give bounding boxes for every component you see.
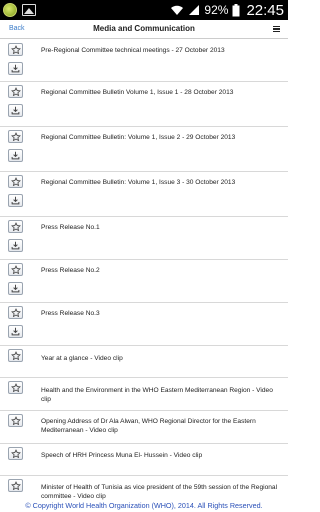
- hamburger-menu-icon[interactable]: [273, 26, 280, 33]
- clock: 22:45: [246, 1, 284, 19]
- list-item[interactable]: Press Release No.3: [0, 303, 288, 346]
- media-list: Pre-Regional Committee technical meeting…: [0, 40, 288, 512]
- list-item[interactable]: Pre-Regional Committee technical meeting…: [0, 40, 288, 82]
- app-header: Back Media and Communication: [0, 20, 288, 39]
- list-item-title: Regional Committee Bulletin: Volume 1, I…: [41, 134, 236, 141]
- battery-icon: [232, 3, 240, 17]
- star-favorite-icon[interactable]: [8, 479, 23, 492]
- download-icon[interactable]: [8, 239, 23, 252]
- star-favorite-icon[interactable]: [8, 43, 23, 56]
- list-item[interactable]: Regional Committee Bulletin: Volume 1, I…: [0, 172, 288, 217]
- list-item-title: Regional Committee Bulletin: Volume 1, I…: [41, 179, 236, 186]
- list-item[interactable]: Press Release No.1: [0, 217, 288, 260]
- battery-percentage: 92%: [204, 3, 229, 17]
- signal-icon: [188, 4, 200, 16]
- list-item-title: Speech of HRH Princess Muna El- Hussein …: [41, 452, 203, 459]
- list-item-title: Opening Address of Dr Ala Alwan, WHO Reg…: [41, 418, 256, 434]
- list-item[interactable]: Opening Address of Dr Ala Alwan, WHO Reg…: [0, 411, 288, 444]
- star-favorite-icon[interactable]: [8, 414, 23, 427]
- list-item-title: Press Release No.2: [41, 267, 100, 274]
- list-item-title: Regional Committee Bulletin Volume 1, Is…: [41, 89, 234, 96]
- list-item[interactable]: Health and the Environment in the WHO Ea…: [0, 378, 288, 411]
- star-favorite-icon[interactable]: [8, 447, 23, 460]
- download-icon[interactable]: [8, 282, 23, 295]
- download-icon[interactable]: [8, 194, 23, 207]
- app-notification-icon: [3, 3, 17, 17]
- download-icon[interactable]: [8, 325, 23, 338]
- download-icon[interactable]: [8, 62, 23, 75]
- list-item-title: Year at a glance - Video clip: [41, 355, 123, 362]
- wifi-icon: [170, 4, 184, 16]
- download-icon[interactable]: [8, 104, 23, 117]
- status-bar-system: 92% 22:45: [170, 0, 284, 20]
- star-favorite-icon[interactable]: [8, 220, 23, 233]
- list-item[interactable]: Speech of HRH Princess Muna El- Hussein …: [0, 444, 288, 476]
- list-item-title: Press Release No.1: [41, 224, 100, 231]
- status-bar-notifications: [3, 2, 36, 18]
- page-title: Media and Communication: [93, 24, 195, 33]
- list-item-title: Health and the Environment in the WHO Ea…: [41, 387, 273, 403]
- status-bar: 92% 22:45: [0, 0, 288, 20]
- list-item-title: Pre-Regional Committee technical meeting…: [41, 47, 225, 54]
- list-item[interactable]: Regional Committee Bulletin Volume 1, Is…: [0, 82, 288, 127]
- list-item-title: Minister of Health of Tunisia as vice pr…: [41, 484, 278, 500]
- star-favorite-icon[interactable]: [8, 85, 23, 98]
- star-favorite-icon[interactable]: [8, 130, 23, 143]
- list-item[interactable]: Regional Committee Bulletin: Volume 1, I…: [0, 127, 288, 172]
- star-favorite-icon[interactable]: [8, 306, 23, 319]
- star-favorite-icon[interactable]: [8, 175, 23, 188]
- download-icon[interactable]: [8, 149, 23, 162]
- star-favorite-icon[interactable]: [8, 381, 23, 394]
- image-notification-icon: [22, 4, 36, 16]
- star-favorite-icon[interactable]: [8, 349, 23, 362]
- list-item-title: Press Release No.3: [41, 310, 100, 317]
- star-favorite-icon[interactable]: [8, 263, 23, 276]
- copyright-footer: © Copyright World Health Organization (W…: [0, 501, 288, 512]
- list-item[interactable]: Year at a glance - Video clip: [0, 346, 288, 378]
- list-item[interactable]: Press Release No.2: [0, 260, 288, 303]
